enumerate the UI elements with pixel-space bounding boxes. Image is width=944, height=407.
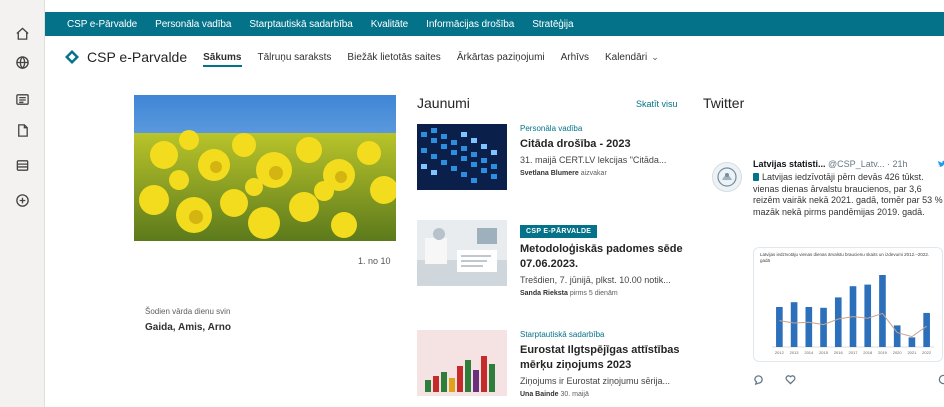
tweet-text: Latvijas iedzīvotāji pērn devās 426 tūks… — [753, 172, 943, 218]
hub-link-informacijas-drosiba[interactable]: Informācijas drošība — [426, 19, 514, 30]
news-icon[interactable] — [12, 89, 32, 109]
hub-navigation-bar: CSP e-Pārvalde Personāla vadība Starptau… — [45, 12, 944, 36]
news-date: 30. maijā — [560, 391, 589, 398]
news-see-all-link[interactable]: Skatīt visu — [636, 99, 678, 109]
news-badge[interactable]: CSP E-PĀRVALDE — [520, 225, 598, 238]
tweet-author-line[interactable]: Latvijas statisti... @CSP_Latv... · 21h — [753, 159, 908, 169]
list-icon[interactable] — [12, 155, 32, 175]
chart-tick-label: 2017 — [849, 350, 859, 355]
chart-bar — [805, 307, 813, 347]
news-author-line: Una Bainde 30. maijā — [520, 391, 685, 398]
create-icon[interactable] — [12, 190, 32, 210]
hub-link-e-parvalde[interactable]: CSP e-Pārvalde — [67, 19, 137, 30]
like-icon[interactable] — [785, 372, 799, 386]
chevron-down-icon: ⌄ — [651, 51, 659, 62]
news-heading: Jaunumi — [417, 95, 470, 111]
chart-tick-label: 2012 — [775, 350, 785, 355]
reply-icon[interactable] — [753, 372, 767, 386]
chart-tick-label: 2020 — [893, 350, 903, 355]
news-author: Una Bainde — [520, 391, 559, 398]
chart-bar — [776, 307, 783, 347]
site-header: CSP e-Parvalde Sākums Tālruņu saraksts B… — [45, 37, 944, 77]
nav-kalendari[interactable]: Kalendāri ⌄ — [605, 46, 659, 69]
chart-bar — [879, 275, 886, 347]
avatar[interactable] — [712, 162, 742, 192]
nav-talrunu-saraksts[interactable]: Tālruņu saraksts — [258, 46, 332, 69]
news-title[interactable]: Eurostat Ilgtspējīgas attīstības mērķu z… — [520, 343, 685, 373]
tweet-actions — [753, 372, 817, 386]
news-thumbnail[interactable] — [417, 124, 507, 190]
tweet-card[interactable]: Latvijas statisti... @CSP_Latv... · 21h … — [712, 152, 944, 407]
carousel-counter: 1. no 10 — [358, 256, 391, 266]
share-icon[interactable] — [938, 372, 944, 386]
chart-bar — [864, 284, 872, 347]
nav-biezak-lietotas-saites[interactable]: Biežāk lietotās saites — [347, 46, 440, 69]
chart-bar — [893, 325, 901, 347]
news-description: Ziņojums ir Eurostat ziņojumu sērija... — [520, 376, 671, 386]
tweet-chart-image[interactable]: Latvijas iedzīvotāju vienas dienas ārval… — [753, 247, 943, 362]
chart-title: Latvijas iedzīvotāju vienas dienas ārval… — [760, 252, 930, 263]
news-thumbnail[interactable] — [417, 330, 507, 396]
news-description: Trešdien, 7. jūnijā, plkst. 10.00 notik.… — [520, 275, 671, 285]
news-author: Sanda Rieksta — [520, 290, 568, 297]
home-icon[interactable] — [12, 23, 32, 43]
twitter-heading: Twitter — [703, 95, 745, 111]
nav-kalendari-label: Kalendāri — [604, 51, 648, 63]
hub-link-strategija[interactable]: Stratēģija — [532, 19, 573, 30]
chart-bar — [908, 337, 916, 347]
news-date: aizvakar — [580, 170, 607, 177]
news-title[interactable]: Metodoloģiskās padomes sēde 07.06.2023. — [520, 242, 685, 272]
chart-tick-label: 2016 — [834, 350, 844, 355]
tweet-author-name[interactable]: Latvijas statisti... — [753, 159, 826, 169]
chart-tick-label: 2014 — [804, 350, 814, 355]
news-date: pirms 5 dienām — [569, 290, 618, 297]
tweet-bar-chart: 2012 2013 2014 2015 2016 2017 2018 2019 2020 2021… — [772, 275, 934, 355]
hero-carousel-image[interactable] — [134, 95, 396, 241]
site-logo-icon[interactable] — [65, 50, 79, 64]
news-author-line: Svetlana Blumere aizvakar — [520, 170, 685, 177]
site-title[interactable]: CSP e-Parvalde — [87, 49, 187, 65]
twitter-bird-icon — [937, 160, 944, 168]
hub-link-personala-vadiba[interactable]: Personāla vadība — [155, 19, 231, 30]
news-category[interactable]: Personāla vadība — [520, 124, 685, 133]
name-day-label: Šodien vārda dienu svin — [145, 307, 231, 316]
nav-arkartas-pazinojumi[interactable]: Ārkārtas paziņojumi — [457, 46, 545, 69]
chart-tick-label: 2021 — [907, 350, 917, 355]
nav-sakums[interactable]: Sākums — [203, 46, 242, 69]
chart-bar — [820, 307, 827, 347]
hub-link-starptautiska-sadarbiba[interactable]: Starptautiskā sadarbība — [249, 19, 352, 30]
news-category[interactable]: Starptautiskā sadarbība — [520, 330, 685, 339]
news-author: Svetlana Blumere — [520, 170, 579, 177]
name-day-names: Gaida, Amis, Arno — [145, 322, 231, 333]
chart-bar — [923, 312, 930, 347]
hub-link-kvalitate[interactable]: Kvalitāte — [371, 19, 409, 30]
chart-tick-label: 2019 — [878, 350, 888, 355]
globe-icon[interactable] — [12, 52, 32, 72]
chart-bar — [834, 297, 842, 347]
document-icon — [753, 173, 759, 181]
nav-arhivs[interactable]: Arhīvs — [561, 46, 589, 69]
app-rail — [0, 0, 45, 407]
tweet-handle-time: @CSP_Latv... · 21h — [828, 159, 908, 169]
tweet-text-body: Latvijas iedzīvotāji pērn devās 426 tūks… — [753, 172, 943, 217]
chart-tick-label: 2015 — [819, 350, 829, 355]
news-author-line: Sanda Rieksta pirms 5 dienām — [520, 290, 685, 297]
news-title[interactable]: Citāda drošība - 2023 — [520, 137, 685, 152]
news-description: 31. maijā CERT.LV lekcijas "Citāda... — [520, 155, 667, 165]
news-thumbnail[interactable] — [417, 220, 507, 286]
chart-tick-label: 2018 — [863, 350, 873, 355]
chart-tick-label: 2013 — [790, 350, 800, 355]
file-icon[interactable] — [12, 120, 32, 140]
chart-bar — [790, 302, 798, 347]
chart-tick-label: 2022 — [922, 350, 932, 355]
